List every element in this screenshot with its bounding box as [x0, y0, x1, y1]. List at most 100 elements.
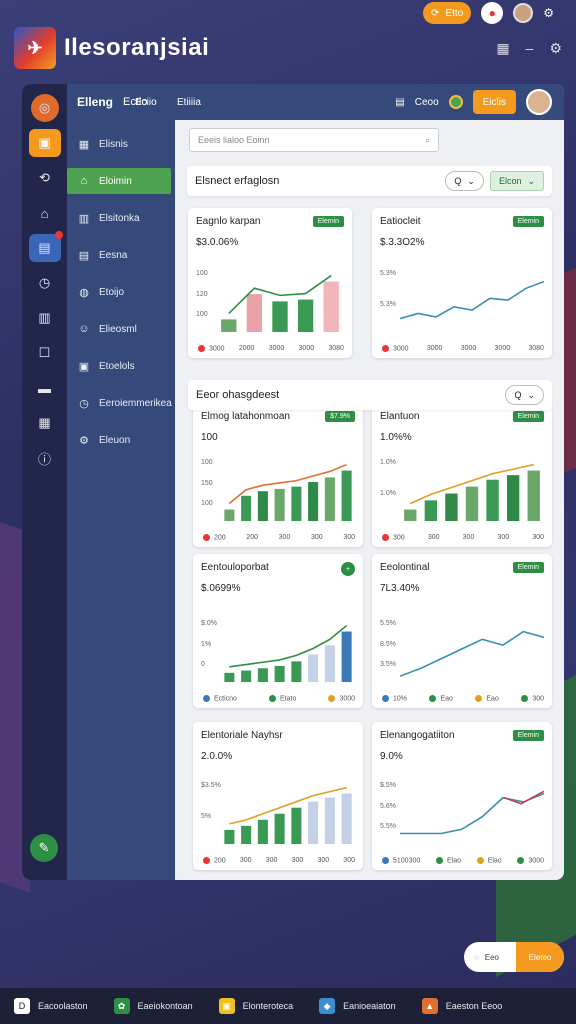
filter-dropdown[interactable]: Elcon ⌄: [489, 171, 544, 191]
card-value: 100: [201, 432, 218, 443]
sidebar-item[interactable]: ☺ Elieosml: [67, 316, 175, 342]
notification-icon[interactable]: ●: [481, 2, 504, 24]
briefcase-icon[interactable]: ▥: [29, 304, 61, 332]
card-value: $.3.3O2%: [380, 237, 425, 248]
x-tick-label: 200: [246, 533, 259, 541]
floating-action[interactable]: ◌ Eeo Eleteo: [464, 942, 564, 972]
chart-card[interactable]: Eatiocleit $.3.3O2% Elemin 5.3% 5.3% 3000 3000…: [372, 208, 552, 358]
chart-card[interactable]: Eagnlo karpan $3.0.06% Elemin 100 120 100 3000…: [188, 208, 352, 358]
legend-entry: Ecticno: [203, 694, 237, 702]
home-icon[interactable]: ⌂: [29, 199, 61, 227]
calendar-icon[interactable]: ▤: [28, 231, 63, 262]
minus-icon[interactable]: ‒: [526, 40, 534, 57]
chart-legend: 10% Eao Eao 300: [382, 694, 544, 702]
search-input[interactable]: Eeeis lialoo Eoinn ⌕: [189, 128, 439, 152]
sidebar-item[interactable]: ▤ Eesna: [67, 242, 175, 268]
y-tick-label: $.0%: [201, 620, 217, 627]
status-badge: Elemin: [512, 562, 544, 573]
taskbar-item[interactable]: ✿ Eaeiokontoan: [104, 988, 203, 1024]
chart-line: [503, 790, 544, 805]
settings-icon[interactable]: ⚙: [543, 6, 554, 20]
taskbar: D Eacoolaston ✿ Eaeiokontoan ▣ Elonteroteca ◆ E…: [0, 988, 576, 1024]
status-pill[interactable]: ⟳ Etto: [423, 2, 472, 24]
chart-plot: [400, 630, 544, 677]
x-tick-label: 300: [427, 533, 440, 541]
chat-icon[interactable]: ☐: [29, 339, 61, 367]
globe-icon[interactable]: ◎: [30, 94, 59, 122]
home-icon: ⌂: [80, 175, 88, 187]
taskbar-item[interactable]: D Eacoolaston: [4, 988, 98, 1024]
y-tick-label: 100: [201, 459, 213, 466]
sidebar-item-label: Eloimin: [99, 175, 132, 187]
table-icon[interactable]: ▦: [29, 409, 61, 437]
tool-icon[interactable]: ✎: [30, 834, 58, 862]
chart-card[interactable]: Elmog latahonmoan 100 $7.9% 100 150 100 200 200…: [193, 403, 363, 547]
app-icon: ✿: [113, 998, 130, 1014]
chart-card[interactable]: Eentouloporbat $.0699% + $.0% 1% 0 Ecticno Etat…: [193, 554, 363, 708]
chart-card[interactable]: Eeolontinal 7L3.40% Elemin 5.5% 8.5% 3.5% 10% E…: [372, 554, 552, 708]
search-dropdown[interactable]: Q ⌄: [445, 171, 484, 191]
chart-bar: [324, 477, 335, 521]
chart-bar: [424, 500, 438, 521]
chart-card[interactable]: Elentoriale Nayhsr 2.0.0% $3.5% 5% 200 300 300…: [193, 722, 363, 870]
icon-rail: ◎ ▣ ⟲ ⌂ ▤ ◷ ▥ ☐ ▬ ▦ ⓘ ✎: [22, 84, 67, 880]
status-pill-label: Etto: [445, 7, 464, 19]
taskbar-item[interactable]: ▣ Elonteroteca: [209, 988, 304, 1024]
avatar[interactable]: [513, 3, 534, 23]
legend-entry: Eao: [429, 694, 453, 702]
chart-bar: [291, 807, 302, 844]
x-tick-label: 300: [497, 533, 510, 541]
chart-bar: [241, 825, 252, 844]
clock-icon[interactable]: ◷: [29, 269, 61, 297]
sidebar-item[interactable]: ▥ Elsitonka: [67, 205, 175, 231]
sidebar-item-label: Elisnis: [99, 138, 128, 150]
chart-bar: [241, 495, 252, 521]
nav-link[interactable]: Etiiiia: [177, 97, 201, 108]
chart-bar: [257, 491, 268, 521]
chart-line: [400, 630, 544, 677]
search-dropdown[interactable]: Q ⌄: [505, 385, 544, 405]
avatar[interactable]: [526, 89, 552, 115]
legend-entry: Elao: [476, 856, 502, 864]
x-tick-label: 300: [343, 856, 355, 864]
sidebar-item-label: Eeroiemmerikea: [99, 397, 172, 409]
search-icon: ⌕: [424, 134, 430, 145]
nav-link[interactable]: Eciio: [135, 97, 157, 108]
chart-plot: [400, 790, 544, 835]
app-icon: ◆: [319, 998, 336, 1014]
sidebar-item[interactable]: ◍ Etoijo: [67, 279, 175, 305]
grid-icon: ▦: [78, 138, 90, 151]
taskbar-item[interactable]: ▲ Eaeston Eeoo: [412, 988, 513, 1024]
sidebar-item[interactable]: ◷ Eeroiemmerikea: [67, 390, 175, 416]
taskbar-label: Eaeston Eeoo: [445, 1001, 503, 1011]
info-icon[interactable]: ⓘ: [29, 444, 61, 472]
folder-icon[interactable]: ▬: [29, 374, 61, 402]
card-value: 9.0%: [380, 751, 403, 762]
grid-icon[interactable]: ▦: [496, 40, 509, 57]
app-icon: D: [14, 998, 30, 1014]
sidebar-item[interactable]: ▦ Elisnis: [67, 131, 175, 157]
grid-icon[interactable]: ▣: [28, 129, 61, 157]
legend-entry: 3000: [328, 694, 355, 702]
card-value: $3.0.06%: [196, 237, 239, 248]
chart-card[interactable]: Elenangogatiiton 9.0% Elemin $.5% 5.6% 5.5% 51…: [372, 722, 552, 870]
sidebar-item[interactable]: ⌂ Eloimin: [67, 168, 171, 194]
chart-card[interactable]: Elantuon 1.0%% Elemin 1.0% 1.0% 300 300 300 300 3…: [372, 403, 552, 547]
x-tick-label: 300: [265, 856, 278, 864]
refresh-icon[interactable]: ⟲: [29, 164, 61, 192]
brand-name: Elleng: [77, 95, 114, 109]
y-tick-label: 5%: [201, 813, 212, 820]
sidebar-item[interactable]: ▣ Etoelols: [67, 353, 175, 379]
taskbar-item[interactable]: ◆ Eanioeaiaton: [309, 988, 406, 1024]
person-icon: ☺: [78, 323, 90, 335]
action-button[interactable]: Eiclis: [472, 90, 516, 114]
status-badge: Elemin: [312, 216, 344, 227]
chart-bar: [246, 294, 263, 332]
chevron-down-icon: ⌄: [527, 175, 535, 186]
x-axis-labels: 3000 3000 3000 3000 3080: [382, 344, 544, 352]
calendar-icon[interactable]: ▤: [395, 97, 404, 108]
x-tick-label: 3000: [382, 344, 409, 352]
settings-icon[interactable]: ⚙: [549, 40, 562, 57]
sidebar-item[interactable]: ⚙ Eleuon: [67, 427, 175, 453]
chart-bar: [324, 797, 335, 844]
